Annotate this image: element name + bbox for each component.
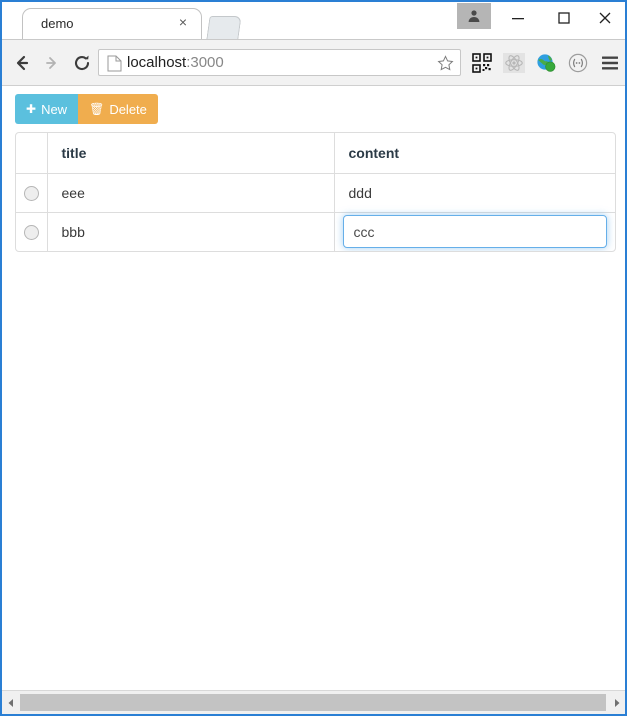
row-radio-button[interactable]: [23, 185, 39, 201]
column-header-content: content: [334, 133, 615, 174]
table-row[interactable]: bbb: [16, 212, 615, 251]
reload-icon: [74, 55, 90, 71]
cell-content-editing[interactable]: [334, 212, 615, 251]
action-button-group: ✚ New 🗑 Delete: [15, 94, 158, 124]
reload-button[interactable]: [68, 49, 96, 77]
records-table: title content eee ddd bbb ccc: [16, 133, 615, 251]
trash-icon: 🗑: [89, 102, 105, 116]
browser-window: demo × localhost:3000 ✚ New 🗑 Delete tit…: [0, 0, 627, 716]
records-table-container: title content eee ddd bbb ccc: [15, 132, 616, 252]
scrollbar-thumb[interactable]: [20, 694, 606, 711]
new-button-label: New: [41, 101, 68, 117]
horizontal-scrollbar[interactable]: [2, 690, 625, 714]
tab-title: demo: [41, 16, 74, 31]
table-body: eee ddd bbb: [16, 173, 615, 251]
page-document-icon: [107, 55, 122, 77]
tab-strip: demo ×: [2, 2, 625, 40]
row-select-cell[interactable]: [16, 212, 48, 251]
forward-button[interactable]: [38, 49, 66, 77]
parentheses-circle-icon[interactable]: [565, 50, 591, 76]
content-edit-input[interactable]: [342, 215, 607, 249]
page-content: ✚ New 🗑 Delete title content eee ddd bbb…: [2, 86, 625, 690]
arrow-left-icon: [16, 55, 29, 71]
close-icon: [599, 12, 611, 24]
url-host: localhost: [127, 54, 187, 71]
person-icon: [468, 10, 480, 22]
bookmark-star-icon[interactable]: [437, 55, 454, 77]
address-bar-text: localhost:3000: [127, 54, 224, 71]
table-header-row: title content: [16, 133, 615, 174]
globe-icon[interactable]: [533, 50, 559, 76]
qr-code-icon[interactable]: [469, 50, 495, 76]
cell-content[interactable]: ddd: [334, 173, 615, 213]
plus-icon: ✚: [26, 102, 37, 116]
back-button[interactable]: [8, 49, 36, 77]
browser-toolbar: localhost:3000: [2, 40, 625, 86]
close-icon[interactable]: ×: [175, 14, 191, 30]
react-devtools-icon[interactable]: [501, 50, 527, 76]
table-head: title content: [16, 133, 615, 174]
delete-button-label: Delete: [109, 101, 147, 117]
window-minimize-button[interactable]: [495, 3, 541, 33]
window-close-button[interactable]: [582, 3, 625, 33]
window-maximize-button[interactable]: [541, 3, 587, 33]
browser-tab-demo[interactable]: demo ×: [22, 8, 202, 39]
table-row[interactable]: eee ddd: [16, 173, 615, 213]
cell-title[interactable]: bbb: [47, 212, 335, 251]
minimize-icon: [512, 18, 524, 20]
column-header-title: title: [47, 133, 335, 174]
delete-button[interactable]: 🗑 Delete: [78, 94, 158, 124]
menu-hamburger-icon[interactable]: [597, 50, 623, 76]
url-port: :3000: [186, 54, 224, 71]
maximize-icon: [558, 12, 570, 24]
row-select-cell[interactable]: [16, 173, 48, 213]
scroll-right-arrow-icon[interactable]: [608, 691, 625, 714]
address-bar[interactable]: localhost:3000: [98, 49, 461, 76]
new-button[interactable]: ✚ New: [15, 94, 79, 124]
arrow-right-icon: [46, 57, 56, 69]
row-radio-button[interactable]: [23, 225, 39, 241]
user-avatar-button[interactable]: [457, 3, 491, 29]
scroll-left-arrow-icon[interactable]: [2, 691, 19, 714]
new-tab-button[interactable]: [206, 16, 242, 39]
column-header-select: [16, 133, 48, 174]
cell-title[interactable]: eee: [47, 173, 335, 213]
